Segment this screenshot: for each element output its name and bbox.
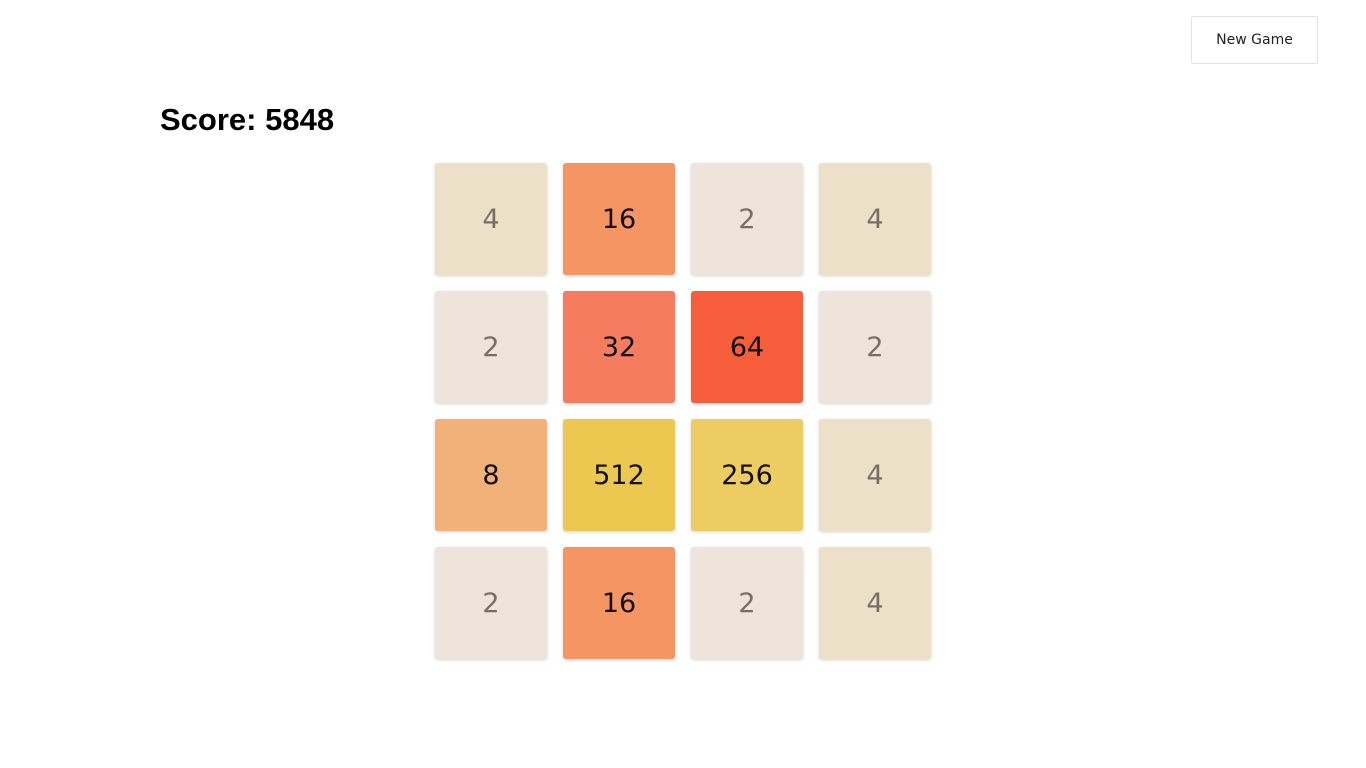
tile: 256 [691,419,803,531]
score-display: Score: 5848 [160,102,335,137]
tile: 8 [435,419,547,531]
tile: 64 [691,291,803,403]
tile: 2 [435,291,547,403]
game-page: New Game Score: 5848 4 16 2 4 2 32 64 2 8 512 256 4… [0,0,1366,768]
tile: 16 [563,547,675,659]
tile: 4 [819,547,931,659]
tile: 32 [563,291,675,403]
tile: 4 [435,163,547,275]
tile: 4 [819,163,931,275]
new-game-button[interactable]: New Game [1191,16,1318,64]
tile: 512 [563,419,675,531]
tile: 4 [819,419,931,531]
game-board: 4 16 2 4 2 32 64 2 8 512 256 4 2 16 2 4 [435,163,931,659]
tile: 2 [435,547,547,659]
tile: 2 [691,547,803,659]
tile: 2 [819,291,931,403]
tile: 16 [563,163,675,275]
tile: 2 [691,163,803,275]
